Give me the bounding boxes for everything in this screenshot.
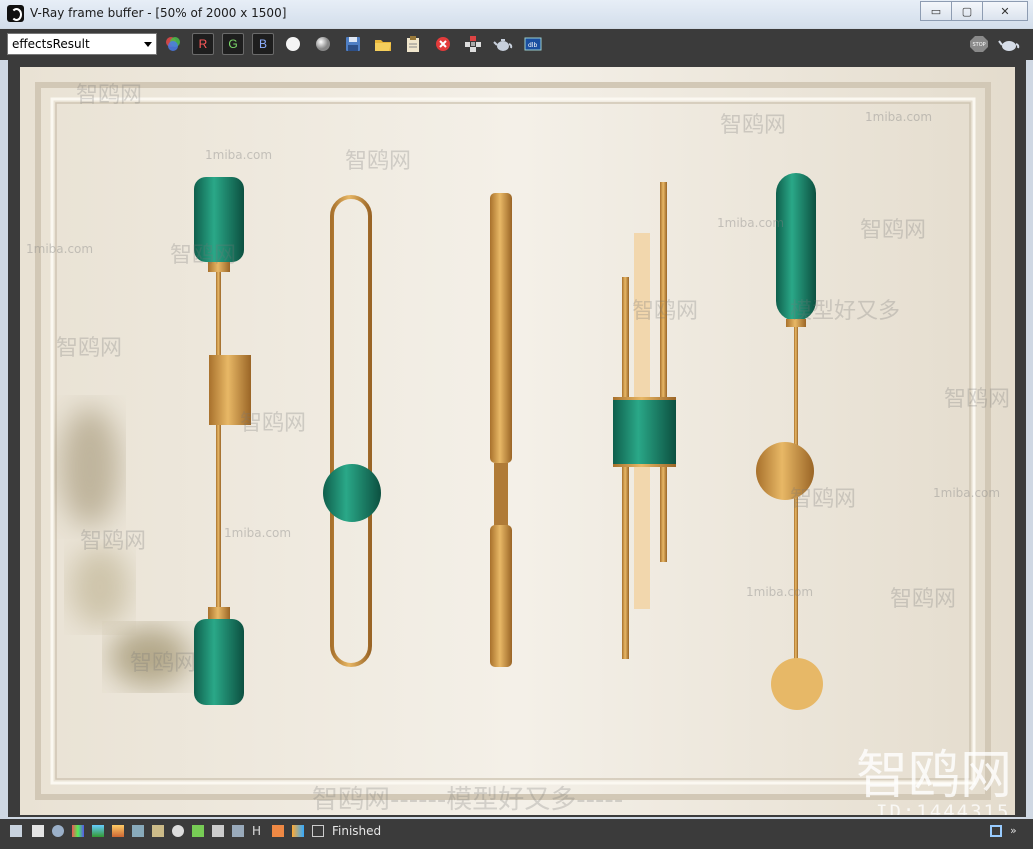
channel-select[interactable]: effectsResult xyxy=(7,33,157,55)
stop-render-icon[interactable]: STOP xyxy=(968,33,990,55)
window-controls: ▭ ▢ ✕ xyxy=(920,1,1028,21)
compare-icon[interactable] xyxy=(272,825,284,837)
minimize-button[interactable]: ▭ xyxy=(920,1,952,21)
gray-circle-icon[interactable] xyxy=(312,33,334,55)
watermark-logo: 智鸥网 xyxy=(720,113,787,138)
watermark-logo: 智鸥网 xyxy=(130,651,197,676)
watermark-logo: 智鸥网 xyxy=(890,587,957,612)
watermark-logo: 智鸥网 xyxy=(860,218,927,243)
watermark-logo: 智鸥网 xyxy=(80,529,147,554)
vray-frame-buffer-window: V-Ray frame buffer - [50% of 2000 x 1500… xyxy=(0,0,1033,849)
watermark-site: 1miba.com xyxy=(26,242,94,256)
watermark-site: 1miba.com xyxy=(865,110,933,124)
watermark-slogan: 模型好又多 xyxy=(790,299,901,324)
render-scene xyxy=(20,67,1015,815)
watermark-logo: 智鸥网 xyxy=(790,487,857,512)
render-status: Finished xyxy=(332,824,382,838)
curves-icon[interactable] xyxy=(112,825,124,837)
save-icon[interactable] xyxy=(342,33,364,55)
watermark-logo: 智鸥网 xyxy=(76,83,143,108)
color-wheel-icon[interactable] xyxy=(162,33,184,55)
chevron-down-icon[interactable]: » xyxy=(1010,825,1022,837)
green-channel-button[interactable]: G xyxy=(222,33,244,55)
pixel-info-icon[interactable] xyxy=(312,825,324,837)
region-render-icon[interactable] xyxy=(462,33,484,55)
clear-icon[interactable] xyxy=(432,33,454,55)
channel-select-value: effectsResult xyxy=(12,37,90,51)
ab-compare-icon[interactable] xyxy=(292,825,304,837)
info-icon[interactable] xyxy=(52,825,64,837)
levels-icon[interactable] xyxy=(92,825,104,837)
settings-icon[interactable] xyxy=(172,825,184,837)
chevron-down-icon xyxy=(144,42,152,47)
status-bar: H Finished » xyxy=(0,819,1033,849)
svg-text:dlb: dlb xyxy=(528,42,537,49)
lut-icon[interactable] xyxy=(192,825,204,837)
toolbar: effectsResult R G B dlb STOP xyxy=(0,29,1033,60)
watermark-large-logo: 智鸥网 xyxy=(856,746,1013,806)
blue-channel-button[interactable]: B xyxy=(252,33,274,55)
window-title: V-Ray frame buffer - [50% of 2000 x 1500… xyxy=(30,6,287,20)
watermark-site: 1miba.com xyxy=(717,216,785,230)
display-icon[interactable] xyxy=(232,825,244,837)
maximize-button[interactable]: ▢ xyxy=(951,1,983,21)
render-teapot-icon[interactable] xyxy=(998,33,1020,55)
watermark-site: 1miba.com xyxy=(205,148,273,162)
watermark-site: 1miba.com xyxy=(933,486,1001,500)
open-folder-icon[interactable] xyxy=(372,33,394,55)
fit-window-icon[interactable] xyxy=(990,825,1002,837)
watermark-logo: 智鸥网 xyxy=(632,299,699,324)
close-button[interactable]: ✕ xyxy=(982,1,1028,21)
panel-icon[interactable] xyxy=(10,825,22,837)
title-bar: V-Ray frame buffer - [50% of 2000 x 1500… xyxy=(0,0,1033,28)
clipboard-icon[interactable] xyxy=(402,33,424,55)
h-icon[interactable]: H xyxy=(252,825,264,837)
histogram-icon[interactable] xyxy=(132,825,144,837)
watermark-logo: 智鸥网 xyxy=(345,149,412,174)
image-viewport[interactable]: 智鸥网 智鸥网 智鸥网 智鸥网 智鸥网 智鸥网 智鸥网 模型好又多 智鸥网 智鸥… xyxy=(8,60,1026,817)
history-icon[interactable]: dlb xyxy=(522,33,544,55)
ocio-icon[interactable] xyxy=(212,825,224,837)
watermark-logo: 智鸥网 xyxy=(170,243,237,268)
red-channel-button[interactable]: R xyxy=(192,33,214,55)
lamp-3-brass-rod xyxy=(490,193,512,667)
color-correction-icon[interactable] xyxy=(72,825,84,837)
vray-logo-icon xyxy=(7,5,24,22)
list-icon[interactable] xyxy=(32,825,44,837)
rendered-image: 智鸥网 智鸥网 智鸥网 智鸥网 智鸥网 智鸥网 智鸥网 模型好又多 智鸥网 智鸥… xyxy=(20,67,1015,815)
exposure-icon[interactable] xyxy=(152,825,164,837)
svg-text:STOP: STOP xyxy=(973,42,986,48)
watermark-logo: 智鸥网 xyxy=(240,411,307,436)
watermark-id: ID:1444315 xyxy=(876,801,1011,815)
teapot-icon[interactable] xyxy=(492,33,514,55)
watermark-logo: 智鸥网 xyxy=(944,387,1011,412)
watermark-bottom-slogan: 智鸥网------模型好又多----- xyxy=(312,785,624,815)
watermark-site: 1miba.com xyxy=(746,585,814,599)
watermark-logo: 智鸥网 xyxy=(56,336,123,361)
white-circle-icon[interactable] xyxy=(282,33,304,55)
watermark-site: 1miba.com xyxy=(224,526,292,540)
